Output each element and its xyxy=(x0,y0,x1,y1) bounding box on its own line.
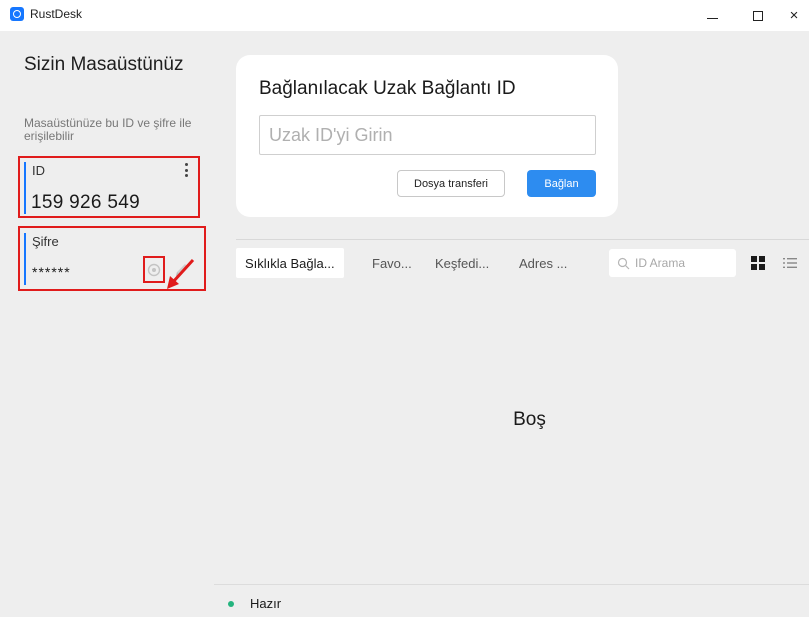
search-icon xyxy=(617,257,630,269)
connect-card: Bağlanılacak Uzak Bağlantı ID Dosya tran… xyxy=(236,55,618,217)
file-transfer-button[interactable]: Dosya transferi xyxy=(397,170,505,197)
show-password-button[interactable] xyxy=(143,256,165,283)
id-section: ID 159 926 549 xyxy=(18,156,200,218)
main-area: Bağlanılacak Uzak Bağlantı ID Dosya tran… xyxy=(214,31,809,617)
status-dot-icon xyxy=(228,601,234,607)
tab-address-book[interactable]: Adres ... xyxy=(511,248,575,278)
tab-discovered[interactable]: Keşfedi... xyxy=(427,248,497,278)
rustdesk-window: RustDesk × Sizin Masaüstünüz Masaüstünüz… xyxy=(0,0,809,617)
list-view-icon[interactable] xyxy=(781,254,799,272)
app-logo-icon xyxy=(10,7,24,21)
close-button[interactable]: × xyxy=(772,0,809,31)
title-bar[interactable]: RustDesk × xyxy=(0,0,809,31)
id-search[interactable] xyxy=(609,249,736,277)
kebab-menu-icon[interactable] xyxy=(180,162,192,178)
minimize-button[interactable] xyxy=(690,0,734,31)
empty-state-text: Boş xyxy=(513,409,546,430)
remote-id-input[interactable] xyxy=(259,115,596,155)
grid-view-icon[interactable] xyxy=(749,254,767,272)
connect-title: Bağlanılacak Uzak Bağlantı ID xyxy=(259,78,516,99)
connect-button[interactable]: Bağlan xyxy=(527,170,596,197)
password-accent-bar xyxy=(24,233,26,285)
empty-state: Boş xyxy=(214,409,809,431)
tab-favorites[interactable]: Favo... xyxy=(364,248,420,278)
peer-tabs: Sıklıkla Bağla... Favo... Keşfedi... Adr… xyxy=(236,248,809,278)
id-value[interactable]: 159 926 549 xyxy=(31,192,140,214)
status-text: Hazır xyxy=(250,596,282,611)
id-search-input[interactable] xyxy=(635,256,725,270)
sidebar: Sizin Masaüstünüz Masaüstünüze bu ID ve … xyxy=(0,31,214,617)
password-value[interactable]: ****** xyxy=(32,264,71,280)
sidebar-title: Sizin Masaüstünüz xyxy=(24,54,184,75)
id-accent-bar xyxy=(24,162,26,214)
sidebar-subtitle: Masaüstünüze bu ID ve şifre ile erişileb… xyxy=(24,116,192,143)
close-icon: × xyxy=(789,7,799,24)
tab-recent[interactable]: Sıklıkla Bağla... xyxy=(236,248,344,278)
id-label: ID xyxy=(32,163,45,178)
eye-icon xyxy=(147,263,161,276)
status-bar: Hazır xyxy=(214,584,809,617)
tabs-divider xyxy=(236,239,809,240)
annotation-arrow-icon xyxy=(167,258,195,289)
password-label: Şifre xyxy=(32,234,59,249)
window-title: RustDesk xyxy=(30,7,83,21)
